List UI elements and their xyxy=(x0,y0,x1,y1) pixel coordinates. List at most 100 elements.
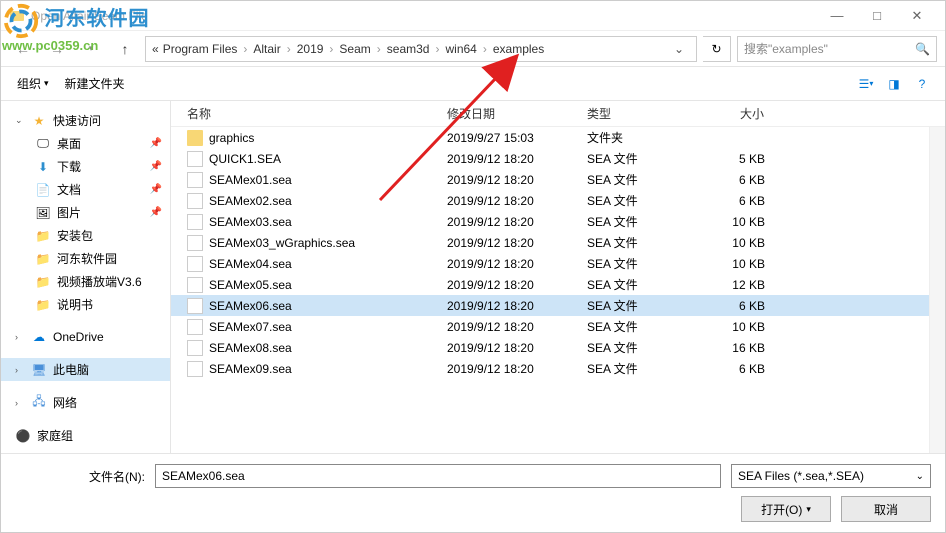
file-date-cell: 2019/9/12 18:20 xyxy=(431,257,571,271)
sidebar-item-documents[interactable]: 📄文档📌 xyxy=(1,178,170,201)
sidebar-network[interactable]: ›🖧网络 xyxy=(1,391,170,414)
file-name-cell: SEAMex01.sea xyxy=(171,172,431,188)
preview-pane-button[interactable]: ◨ xyxy=(883,73,905,95)
sidebar-onedrive[interactable]: ›☁OneDrive xyxy=(1,326,170,348)
table-row[interactable]: graphics2019/9/27 15:03文件夹 xyxy=(171,127,945,148)
refresh-button[interactable]: ↻ xyxy=(703,36,731,62)
computer-icon: 🖥 xyxy=(31,362,47,378)
chevron-down-icon: ⌄ xyxy=(15,115,25,126)
breadcrumb-item[interactable]: Seam xyxy=(339,42,370,56)
chevron-down-icon: ⌄ xyxy=(916,471,924,482)
file-size-cell: 5 KB xyxy=(681,152,781,166)
close-button[interactable]: ✕ xyxy=(897,2,937,30)
file-name-cell: SEAMex08.sea xyxy=(171,340,431,356)
table-row[interactable]: SEAMex04.sea2019/9/12 18:20SEA 文件10 KB xyxy=(171,253,945,274)
file-date-cell: 2019/9/12 18:20 xyxy=(431,299,571,313)
document-icon: 📄 xyxy=(35,182,51,198)
nav-forward-button: → xyxy=(43,35,71,63)
sidebar-item-pictures[interactable]: 🖼图片📌 xyxy=(1,201,170,224)
organize-button[interactable]: 组织 ▾ xyxy=(13,72,53,95)
table-row[interactable]: SEAMex08.sea2019/9/12 18:20SEA 文件16 KB xyxy=(171,337,945,358)
breadcrumb-item[interactable]: seam3d xyxy=(387,42,430,56)
table-row[interactable]: SEAMex06.sea2019/9/12 18:20SEA 文件6 KB xyxy=(171,295,945,316)
table-row[interactable]: SEAMex02.sea2019/9/12 18:20SEA 文件6 KB xyxy=(171,190,945,211)
search-input[interactable]: 搜索"examples" 🔍 xyxy=(737,36,937,62)
file-type-cell: SEA 文件 xyxy=(571,360,681,377)
maximize-button[interactable]: □ xyxy=(857,2,897,30)
pin-icon: 📌 xyxy=(150,161,162,172)
table-row[interactable]: SEAMex03.sea2019/9/12 18:20SEA 文件10 KB xyxy=(171,211,945,232)
breadcrumb-item[interactable]: Program Files xyxy=(163,42,238,56)
address-bar: ← → ▾ ↑ « Program Files› Altair› 2019› S… xyxy=(1,31,945,67)
breadcrumb-item[interactable]: 2019 xyxy=(297,42,324,56)
sidebar-item-folder[interactable]: 📁说明书 xyxy=(1,293,170,316)
folder-icon: 📁 xyxy=(35,251,51,267)
file-name-cell: SEAMex03_wGraphics.sea xyxy=(171,235,431,251)
download-icon: ⬇ xyxy=(35,159,51,175)
file-icon xyxy=(187,277,203,293)
file-type-cell: SEA 文件 xyxy=(571,213,681,230)
minimize-button[interactable]: ― xyxy=(817,2,857,30)
file-date-cell: 2019/9/12 18:20 xyxy=(431,320,571,334)
folder-icon xyxy=(187,130,203,146)
sidebar-item-folder[interactable]: 📁视频播放端V3.6 xyxy=(1,270,170,293)
desktop-icon: 🖵 xyxy=(35,136,51,152)
star-icon: ★ xyxy=(31,113,47,129)
file-icon xyxy=(187,193,203,209)
file-icon xyxy=(187,256,203,272)
sidebar-quick-access[interactable]: ⌄ ★ 快速访问 xyxy=(1,109,170,132)
sidebar-item-desktop[interactable]: 🖵桌面📌 xyxy=(1,132,170,155)
file-icon xyxy=(187,235,203,251)
chevron-right-icon: › xyxy=(15,398,25,408)
file-icon xyxy=(187,319,203,335)
column-date[interactable]: 修改日期 xyxy=(431,105,571,122)
file-name-cell: SEAMex02.sea xyxy=(171,193,431,209)
table-row[interactable]: SEAMex09.sea2019/9/12 18:20SEA 文件6 KB xyxy=(171,358,945,379)
help-button[interactable]: ? xyxy=(911,73,933,95)
table-row[interactable]: SEAMex05.sea2019/9/12 18:20SEA 文件12 KB xyxy=(171,274,945,295)
nav-recent-button[interactable]: ▾ xyxy=(77,35,105,63)
nav-up-button[interactable]: ↑ xyxy=(111,35,139,63)
scrollbar-vertical[interactable] xyxy=(929,127,945,453)
file-type-filter[interactable]: SEA Files (*.sea,*.SEA) ⌄ xyxy=(731,464,931,488)
homegroup-icon: ⚫ xyxy=(15,428,31,444)
column-type[interactable]: 类型 xyxy=(571,105,681,122)
breadcrumb[interactable]: « Program Files› Altair› 2019› Seam› sea… xyxy=(145,36,697,62)
table-row[interactable]: SEAMex07.sea2019/9/12 18:20SEA 文件10 KB xyxy=(171,316,945,337)
onedrive-icon: ☁ xyxy=(31,329,47,345)
file-name-cell: QUICK1.SEA xyxy=(171,151,431,167)
folder-icon: 📁 xyxy=(35,297,51,313)
breadcrumb-prefix: « xyxy=(152,42,159,56)
sidebar-item-folder[interactable]: 📁安装包 xyxy=(1,224,170,247)
file-type-cell: 文件夹 xyxy=(571,129,681,146)
new-folder-button[interactable]: 新建文件夹 xyxy=(61,72,129,95)
file-type-cell: SEA 文件 xyxy=(571,234,681,251)
file-date-cell: 2019/9/12 18:20 xyxy=(431,236,571,250)
breadcrumb-item[interactable]: win64 xyxy=(445,42,476,56)
chevron-down-icon: ▾ xyxy=(806,504,811,515)
file-date-cell: 2019/9/12 18:20 xyxy=(431,215,571,229)
file-name-cell: graphics xyxy=(171,130,431,146)
table-row[interactable]: QUICK1.SEA2019/9/12 18:20SEA 文件5 KB xyxy=(171,148,945,169)
column-name[interactable]: 名称 xyxy=(171,105,431,122)
filename-input[interactable] xyxy=(155,464,721,488)
file-date-cell: 2019/9/12 18:20 xyxy=(431,341,571,355)
chevron-down-icon[interactable]: ⌄ xyxy=(668,42,690,56)
file-type-cell: SEA 文件 xyxy=(571,192,681,209)
sidebar-this-pc[interactable]: ›🖥此电脑 xyxy=(1,358,170,381)
nav-back-button[interactable]: ← xyxy=(9,35,37,63)
breadcrumb-item[interactable]: examples xyxy=(493,42,544,56)
sidebar-item-folder[interactable]: 📁河东软件园 xyxy=(1,247,170,270)
table-row[interactable]: SEAMex01.sea2019/9/12 18:20SEA 文件6 KB xyxy=(171,169,945,190)
file-icon xyxy=(187,214,203,230)
table-row[interactable]: SEAMex03_wGraphics.sea2019/9/12 18:20SEA… xyxy=(171,232,945,253)
view-options-button[interactable]: ☰ ▾ xyxy=(855,73,877,95)
breadcrumb-item[interactable]: Altair xyxy=(253,42,280,56)
open-button[interactable]: 打开(O)▾ xyxy=(741,496,831,522)
column-size[interactable]: 大小 xyxy=(681,105,781,122)
file-type-cell: SEA 文件 xyxy=(571,171,681,188)
sidebar-homegroup[interactable]: ⚫家庭组 xyxy=(1,424,170,447)
cancel-button[interactable]: 取消 xyxy=(841,496,931,522)
chevron-right-icon: › xyxy=(15,332,25,342)
sidebar-item-downloads[interactable]: ⬇下载📌 xyxy=(1,155,170,178)
